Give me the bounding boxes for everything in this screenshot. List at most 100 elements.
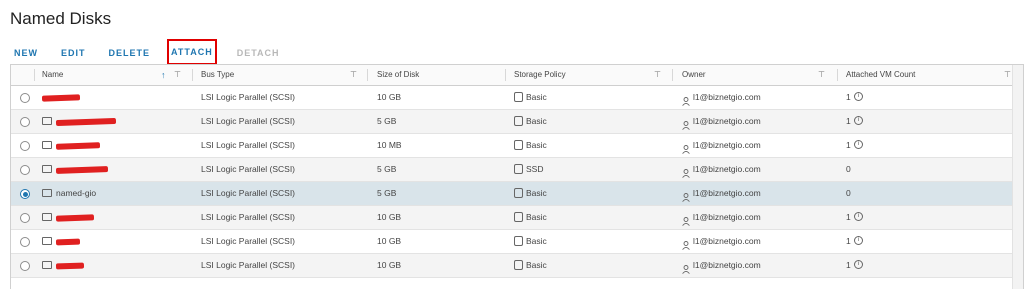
vertical-scrollbar[interactable] xyxy=(1012,65,1023,289)
database-icon xyxy=(514,91,523,102)
size-cell: 10 GB xyxy=(377,236,402,246)
storage-policy-value: Basic xyxy=(526,116,547,126)
storage-policy-cell: Basic xyxy=(514,134,547,157)
user-icon xyxy=(682,140,690,155)
column-header-storage-policy[interactable]: Storage Policy xyxy=(514,65,566,85)
owner-cell: l1@biznetgio.com xyxy=(682,206,761,229)
column-separator[interactable] xyxy=(505,69,506,81)
filter-icon[interactable]: ⊤ xyxy=(1004,65,1011,85)
column-separator[interactable] xyxy=(672,69,673,81)
info-icon[interactable]: i xyxy=(853,212,863,222)
owner-value: l1@biznetgio.com xyxy=(693,212,761,222)
column-separator xyxy=(34,69,35,81)
redacted-name xyxy=(55,141,101,150)
vm-count-cell: 1i xyxy=(846,254,863,277)
info-icon[interactable]: i xyxy=(853,140,863,150)
user-icon xyxy=(682,236,690,251)
size-cell: 10 GB xyxy=(377,212,402,222)
name-cell xyxy=(42,206,95,229)
table-row[interactable]: named-gio LSI Logic Parallel (SCSI) 5 GB… xyxy=(11,182,1013,206)
bus-type-cell: LSI Logic Parallel (SCSI) xyxy=(201,236,296,246)
owner-value: l1@biznetgio.com xyxy=(693,164,761,174)
info-icon[interactable]: i xyxy=(853,116,863,126)
toolbar: NEW EDIT DELETE ATTACH DETACH xyxy=(11,38,300,66)
user-icon xyxy=(682,92,690,107)
vm-count-cell: 1i xyxy=(846,206,863,229)
edit-button[interactable]: EDIT xyxy=(58,40,89,64)
info-icon[interactable]: i xyxy=(853,236,863,246)
redacted-name xyxy=(55,165,109,174)
vm-count-value: 0 xyxy=(846,188,851,198)
table-row[interactable]: LSI Logic Parallel (SCSI) 10 GB Basic l1… xyxy=(11,254,1013,278)
storage-policy-cell: SSD xyxy=(514,158,543,181)
info-icon[interactable]: i xyxy=(853,260,863,270)
filter-icon[interactable]: ⊤ xyxy=(174,65,181,85)
sort-ascending-icon[interactable]: ↑ xyxy=(161,65,166,85)
row-select-radio[interactable] xyxy=(20,237,30,247)
table-row[interactable]: LSI Logic Parallel (SCSI) 10 MB Basic l1… xyxy=(11,134,1013,158)
detach-button[interactable]: DETACH xyxy=(234,40,283,64)
row-select-radio[interactable] xyxy=(20,93,30,103)
column-header-name[interactable]: Name xyxy=(42,65,63,85)
filter-icon[interactable]: ⊤ xyxy=(818,65,825,85)
column-separator[interactable] xyxy=(837,69,838,81)
database-icon xyxy=(514,211,523,222)
row-select-radio[interactable] xyxy=(20,213,30,223)
size-cell: 5 GB xyxy=(377,188,397,198)
column-header-bus-type[interactable]: Bus Type xyxy=(201,65,234,85)
vm-count-value: 1 xyxy=(846,236,851,246)
delete-button[interactable]: DELETE xyxy=(106,40,154,64)
storage-policy-value: Basic xyxy=(526,140,547,150)
name-cell xyxy=(42,134,101,157)
disk-name[interactable]: named-gio xyxy=(56,188,96,198)
column-separator[interactable] xyxy=(367,69,368,81)
storage-policy-value: SSD xyxy=(526,164,544,174)
table-row[interactable]: LSI Logic Parallel (SCSI) 10 GB Basic l1… xyxy=(11,230,1013,254)
column-header-size[interactable]: Size of Disk xyxy=(377,65,419,85)
column-header-owner[interactable]: Owner xyxy=(682,65,706,85)
table-row[interactable]: LSI Logic Parallel (SCSI) 5 GB SSD l1@bi… xyxy=(11,158,1013,182)
storage-policy-cell: Basic xyxy=(514,182,547,205)
table-row[interactable]: LSI Logic Parallel (SCSI) 10 GB Basic l1… xyxy=(11,86,1013,110)
filter-icon[interactable]: ⊤ xyxy=(654,65,661,85)
storage-policy-cell: Basic xyxy=(514,254,547,277)
column-separator[interactable] xyxy=(192,69,193,81)
vm-count-cell: 1i xyxy=(846,86,863,109)
row-select-radio[interactable] xyxy=(20,117,30,127)
filter-icon[interactable]: ⊤ xyxy=(350,65,357,85)
owner-cell: l1@biznetgio.com xyxy=(682,182,761,205)
attach-button[interactable]: ATTACH xyxy=(167,39,217,65)
new-button[interactable]: NEW xyxy=(11,40,41,64)
bus-type-cell: LSI Logic Parallel (SCSI) xyxy=(201,140,296,150)
storage-policy-cell: Basic xyxy=(514,230,547,253)
bus-type-cell: LSI Logic Parallel (SCSI) xyxy=(201,260,296,270)
name-cell xyxy=(42,230,81,253)
redacted-name xyxy=(55,117,117,126)
info-icon[interactable]: i xyxy=(853,92,863,102)
storage-policy-cell: Basic xyxy=(514,110,547,133)
name-cell xyxy=(42,254,85,277)
owner-cell: l1@biznetgio.com xyxy=(682,254,761,277)
column-header-attached-vm-count[interactable]: Attached VM Count xyxy=(846,65,915,85)
disk-icon xyxy=(42,188,52,197)
disk-icon xyxy=(42,236,52,245)
name-cell xyxy=(42,158,109,181)
user-icon xyxy=(682,164,690,179)
owner-cell: l1@biznetgio.com xyxy=(682,86,761,109)
name-cell: named-gio xyxy=(42,182,96,205)
table-row[interactable]: LSI Logic Parallel (SCSI) 5 GB Basic l1@… xyxy=(11,110,1013,134)
row-select-radio[interactable] xyxy=(20,165,30,175)
owner-cell: l1@biznetgio.com xyxy=(682,110,761,133)
table-row[interactable]: LSI Logic Parallel (SCSI) 10 GB Basic l1… xyxy=(11,206,1013,230)
row-select-radio[interactable] xyxy=(20,261,30,271)
owner-value: l1@biznetgio.com xyxy=(693,92,761,102)
vm-count-value: 1 xyxy=(846,116,851,126)
storage-policy-cell: Basic xyxy=(514,86,547,109)
disk-icon xyxy=(42,212,52,221)
owner-value: l1@biznetgio.com xyxy=(693,140,761,150)
row-select-radio[interactable] xyxy=(20,141,30,151)
owner-cell: l1@biznetgio.com xyxy=(682,158,761,181)
row-select-radio[interactable] xyxy=(20,189,30,199)
redacted-name xyxy=(55,262,85,270)
disk-icon xyxy=(42,116,52,125)
